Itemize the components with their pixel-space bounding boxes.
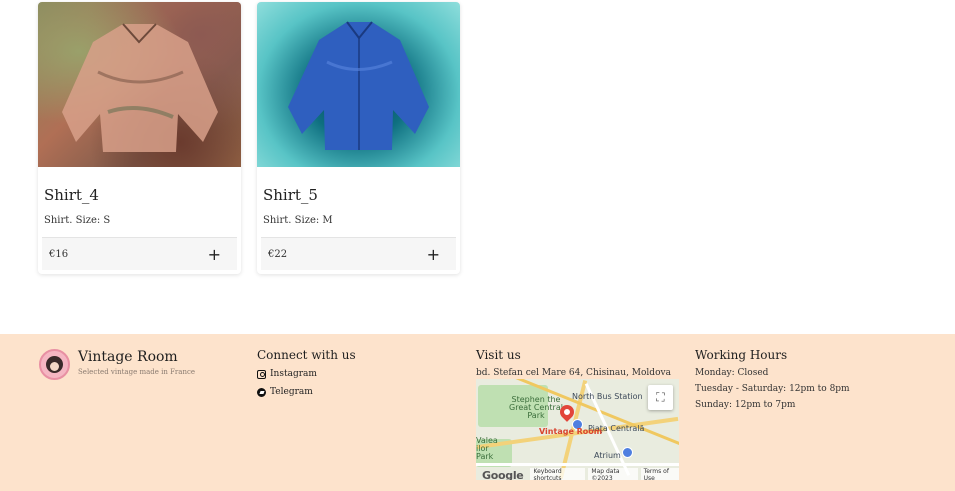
product-title[interactable]: Shirt_5 (263, 186, 318, 204)
hours-line: Sunday: 12pm to 7pm (695, 400, 796, 410)
hours-column: Working Hours Monday: Closed Tuesday - S… (695, 348, 850, 413)
google-logo: Google (482, 468, 524, 481)
brand-logo[interactable] (39, 349, 70, 380)
product-card[interactable]: Shirt_4 Shirt. Size: S €16 + (38, 2, 241, 274)
visit-heading: Visit us (476, 348, 521, 362)
site-footer: Vintage Room Selected vintage made in Fr… (0, 334, 955, 491)
shopping-pin-icon[interactable] (622, 447, 633, 458)
keyboard-shortcuts-link[interactable]: Keyboard shortcuts (530, 468, 586, 480)
hours-line: Monday: Closed (695, 368, 769, 378)
connect-heading: Connect with us (257, 348, 356, 362)
shirt-illustration (288, 21, 429, 150)
map-label-atrium: Atrium (594, 451, 621, 460)
connect-column: Connect with us Instagram Telegram (257, 348, 356, 401)
map-attribution: Google Keyboard shortcuts Map data ©2023… (476, 468, 679, 481)
add-to-cart-button[interactable]: + (208, 245, 221, 264)
product-footer: €22 + (261, 237, 456, 270)
product-subtitle: Shirt. Size: M (263, 215, 333, 226)
product-price: €22 (268, 248, 288, 260)
instagram-link[interactable]: Instagram (257, 365, 356, 383)
product-grid: Shirt_4 Shirt. Size: S €16 + Shirt_5 Shi… (38, 2, 460, 274)
hours-heading: Working Hours (695, 348, 788, 362)
brand-tagline: Selected vintage made in France (78, 368, 196, 376)
product-image[interactable] (38, 2, 241, 167)
visit-column: Visit us bd. Stefan cel Mare 64, Chisina… (476, 348, 671, 381)
map-pin-label[interactable]: Vintage Room (539, 427, 602, 436)
map-label-valea: Valea ilor Park (476, 436, 498, 461)
telegram-link[interactable]: Telegram (257, 383, 356, 401)
product-footer: €16 + (42, 237, 237, 270)
map-data-text: Map data ©2023 (588, 468, 638, 480)
shirt-illustration (62, 23, 218, 152)
telegram-icon (257, 387, 266, 397)
product-subtitle: Shirt. Size: S (44, 215, 111, 226)
product-image[interactable] (257, 2, 460, 167)
product-price: €16 (49, 248, 69, 260)
add-to-cart-button[interactable]: + (427, 245, 440, 264)
location-map[interactable]: Stephen the Great Central Park North Bus… (476, 379, 679, 480)
instagram-label[interactable]: Instagram (270, 365, 317, 383)
fullscreen-icon[interactable]: ⛶ (648, 385, 673, 410)
brand-name[interactable]: Vintage Room (78, 349, 195, 365)
hours-line: Tuesday - Saturday: 12pm to 8pm (695, 384, 850, 394)
map-label-park: Stephen the Great Central Park (509, 395, 563, 420)
telegram-label[interactable]: Telegram (270, 383, 313, 401)
map-label-bus: North Bus Station (572, 392, 643, 401)
instagram-icon (257, 369, 266, 379)
footer-brand[interactable]: Vintage Room Selected vintage made in Fr… (39, 349, 195, 380)
terms-link[interactable]: Terms of Use (640, 468, 679, 480)
product-title[interactable]: Shirt_4 (44, 186, 99, 204)
product-card[interactable]: Shirt_5 Shirt. Size: M €22 + (257, 2, 460, 274)
